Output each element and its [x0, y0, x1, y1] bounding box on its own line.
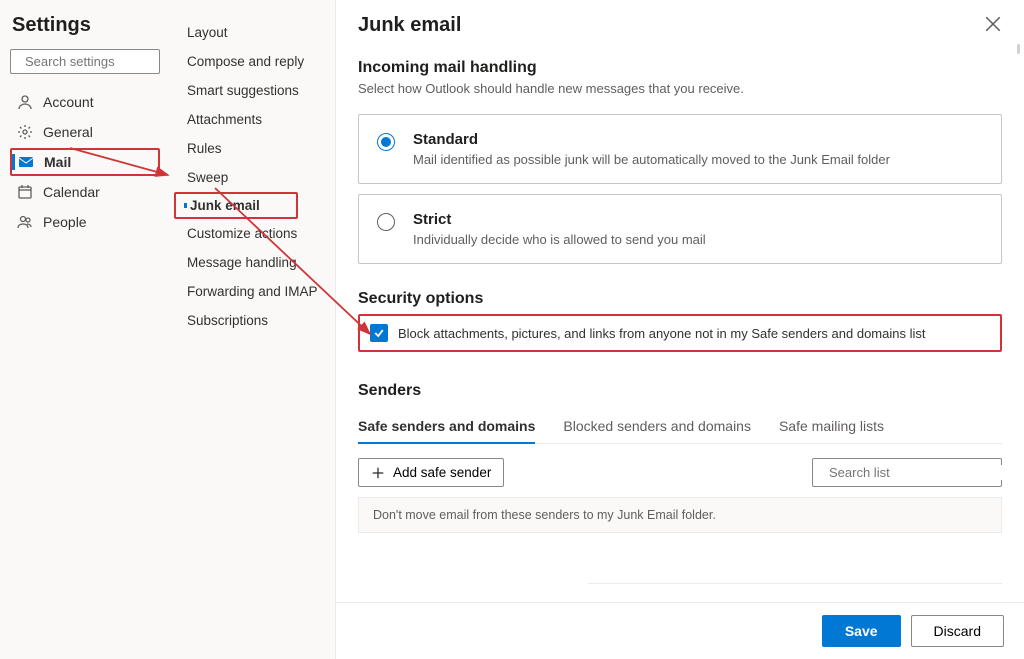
mail-subnav: Layout Compose and reply Smart suggestio… — [170, 0, 335, 659]
subnav-junk-email[interactable]: Junk email — [174, 192, 298, 219]
subnav-compose[interactable]: Compose and reply — [170, 47, 335, 76]
security-title: Security options — [358, 290, 1002, 308]
senders-tabs: Safe senders and domains Blocked senders… — [358, 410, 1002, 444]
radio-strict[interactable]: Strict Individually decide who is allowe… — [358, 194, 1002, 264]
subnav-msg-handling[interactable]: Message handling — [170, 248, 335, 277]
strict-title: Strict — [413, 211, 706, 228]
block-attachments-checkbox[interactable]: Block attachments, pictures, and links f… — [358, 314, 1002, 352]
person-icon — [17, 94, 33, 110]
nav-label: Calendar — [43, 184, 100, 200]
subnav-rules[interactable]: Rules — [170, 134, 335, 163]
nav-label: Account — [43, 94, 94, 110]
search-list-field[interactable] — [829, 465, 1005, 480]
incoming-desc: Select how Outlook should handle new mes… — [358, 81, 1002, 96]
tab-safe-lists[interactable]: Safe mailing lists — [779, 410, 884, 444]
calendar-icon — [17, 184, 33, 200]
subnav-subscriptions[interactable]: Subscriptions — [170, 306, 335, 335]
main-scroll-area[interactable]: Incoming mail handling Select how Outloo… — [336, 43, 1024, 602]
page-title: Junk email — [358, 14, 461, 37]
nav-calendar[interactable]: Calendar — [10, 178, 160, 206]
gear-icon — [17, 124, 33, 140]
subnav-sweep[interactable]: Sweep — [170, 163, 335, 192]
tab-safe-senders[interactable]: Safe senders and domains — [358, 410, 535, 444]
settings-sidebar: Settings Account General Mail Calendar P… — [0, 0, 170, 659]
nav-label: Mail — [44, 154, 71, 170]
senders-title: Senders — [358, 382, 1002, 400]
nav-label: People — [43, 214, 87, 230]
mail-icon — [18, 154, 34, 170]
main-panel: Junk email Incoming mail handling Select… — [335, 0, 1024, 659]
search-settings-input[interactable] — [10, 49, 160, 74]
add-safe-sender-button[interactable]: Add safe sender — [358, 458, 504, 487]
nav-account[interactable]: Account — [10, 88, 160, 116]
nav-mail[interactable]: Mail — [10, 148, 160, 176]
subnav-forwarding[interactable]: Forwarding and IMAP — [170, 277, 335, 306]
discard-button[interactable]: Discard — [911, 615, 1004, 647]
radio-icon — [377, 213, 395, 231]
footer-actions: Save Discard — [336, 602, 1024, 659]
search-list-input[interactable] — [812, 458, 1002, 487]
nav-people[interactable]: People — [10, 208, 160, 236]
people-icon — [17, 214, 33, 230]
nav-general[interactable]: General — [10, 118, 160, 146]
subnav-smart[interactable]: Smart suggestions — [170, 76, 335, 105]
checkbox-icon — [370, 324, 388, 342]
radio-standard[interactable]: Standard Mail identified as possible jun… — [358, 114, 1002, 184]
incoming-title: Incoming mail handling — [358, 59, 1002, 77]
subnav-attachments[interactable]: Attachments — [170, 105, 335, 134]
close-icon — [984, 15, 1002, 33]
save-button[interactable]: Save — [822, 615, 901, 647]
radio-icon — [377, 133, 395, 151]
standard-title: Standard — [413, 131, 890, 148]
scrollbar-thumb[interactable] — [1017, 44, 1020, 54]
nav-label: General — [43, 124, 93, 140]
divider — [588, 583, 1002, 584]
close-button[interactable] — [984, 15, 1002, 37]
subnav-layout[interactable]: Layout — [170, 18, 335, 47]
subnav-customize[interactable]: Customize actions — [170, 219, 335, 248]
tab-blocked-senders[interactable]: Blocked senders and domains — [563, 410, 751, 444]
standard-desc: Mail identified as possible junk will be… — [413, 152, 890, 167]
add-btn-label: Add safe sender — [393, 465, 491, 480]
plus-icon — [371, 466, 385, 480]
block-label: Block attachments, pictures, and links f… — [398, 326, 925, 341]
settings-title: Settings — [10, 14, 160, 37]
senders-empty-msg: Don't move email from these senders to m… — [358, 497, 1002, 533]
strict-desc: Individually decide who is allowed to se… — [413, 232, 706, 247]
